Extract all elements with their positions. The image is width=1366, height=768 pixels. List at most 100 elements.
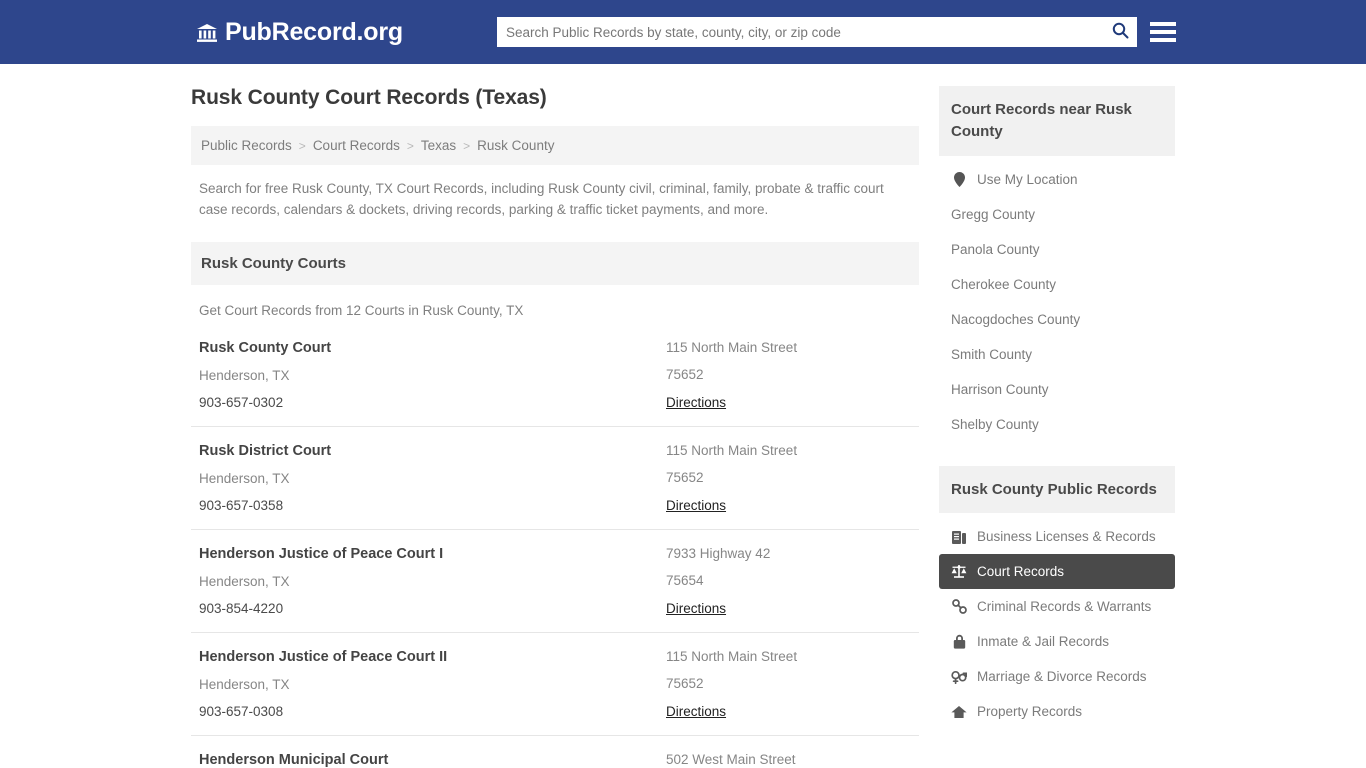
breadcrumb-item-3[interactable]: Rusk County bbox=[477, 138, 554, 153]
sidebar-public-records-block: Rusk County Public Records Business Lice… bbox=[939, 466, 1175, 730]
sidebar-public-record-item[interactable]: Court Records bbox=[939, 554, 1175, 589]
sidebar-near-item[interactable]: Use My Location bbox=[939, 162, 1175, 197]
page-intro-text: Search for free Rusk County, TX Court Re… bbox=[191, 179, 919, 220]
sidebar-near-item-label: Harrison County bbox=[951, 382, 1049, 397]
brand-name: PubRecord.org bbox=[225, 18, 403, 47]
sidebar-near-item-label: Smith County bbox=[951, 347, 1032, 362]
court-phone: 903-657-0302 bbox=[199, 395, 666, 410]
court-address: 7933 Highway 42 bbox=[666, 546, 911, 561]
court-info-right: 7933 Highway 42 75654 Directions bbox=[666, 546, 911, 618]
sidebar-near-item[interactable]: Gregg County bbox=[939, 197, 1175, 232]
briefcase-icon bbox=[951, 529, 967, 544]
content-container: Rusk County Court Records (Texas) Public… bbox=[191, 64, 1175, 768]
court-address: 502 West Main Street bbox=[666, 752, 911, 767]
court-name[interactable]: Henderson Municipal Court bbox=[199, 752, 666, 768]
sidebar-public-record-item[interactable]: Marriage & Divorce Records bbox=[939, 659, 1175, 694]
sidebar-near-item[interactable]: Harrison County bbox=[939, 372, 1175, 407]
sidebar-near-item-label: Panola County bbox=[951, 242, 1040, 257]
court-zip: 75652 bbox=[666, 470, 911, 485]
sidebar-near-item[interactable]: Nacogdoches County bbox=[939, 302, 1175, 337]
sidebar-near-item[interactable]: Smith County bbox=[939, 337, 1175, 372]
court-phone: 903-854-4220 bbox=[199, 601, 666, 616]
court-row: Rusk County CourtHenderson, TX903-657-03… bbox=[191, 324, 919, 427]
court-row: Henderson Justice of Peace Court I Hender… bbox=[191, 530, 919, 633]
sidebar-public-record-item[interactable]: Property Records bbox=[939, 694, 1175, 729]
court-info-left: Henderson Municipal CourtHenderson, TX90… bbox=[199, 752, 666, 768]
venus-mars-icon bbox=[951, 669, 967, 684]
sidebar-near-item[interactable]: Panola County bbox=[939, 232, 1175, 267]
sidebar-public-record-item[interactable]: Business Licenses & Records bbox=[939, 519, 1175, 554]
court-name[interactable]: Henderson Justice of Peace Court II bbox=[199, 649, 666, 665]
search-button[interactable] bbox=[1107, 19, 1133, 45]
sidebar-near-item[interactable]: Cherokee County bbox=[939, 267, 1175, 302]
main-column: Rusk County Court Records (Texas) Public… bbox=[191, 86, 919, 768]
court-info-left: Rusk County CourtHenderson, TX903-657-03… bbox=[199, 340, 666, 412]
search-icon bbox=[1112, 22, 1129, 42]
menu-bar-1 bbox=[1150, 22, 1176, 26]
court-info-right: 115 North Main Street 75652 Directions bbox=[666, 340, 911, 412]
court-phone: 903-657-0358 bbox=[199, 498, 666, 513]
sidebar-near-item-label: Gregg County bbox=[951, 207, 1035, 222]
sidebar-near-item-label: Cherokee County bbox=[951, 277, 1056, 292]
courts-section-subheading: Get Court Records from 12 Courts in Rusk… bbox=[191, 285, 919, 324]
court-address: 115 North Main Street bbox=[666, 340, 911, 355]
court-info-left: Henderson Justice of Peace Court I Hender… bbox=[199, 546, 666, 618]
court-phone: 903-657-0308 bbox=[199, 704, 666, 719]
handcuffs-icon bbox=[951, 599, 967, 614]
court-row: Henderson Justice of Peace Court II Hende… bbox=[191, 633, 919, 736]
breadcrumb-item-2[interactable]: Texas bbox=[421, 138, 456, 153]
bank-icon bbox=[196, 23, 218, 43]
lock-icon bbox=[951, 634, 967, 649]
court-city: Henderson, TX bbox=[199, 677, 666, 692]
directions-link[interactable]: Directions bbox=[666, 601, 726, 616]
sidebar-public-record-item[interactable]: Inmate & Jail Records bbox=[939, 624, 1175, 659]
court-zip: 75652 bbox=[666, 676, 911, 691]
breadcrumb-item-0[interactable]: Public Records bbox=[201, 138, 292, 153]
directions-link[interactable]: Directions bbox=[666, 704, 726, 719]
breadcrumb: Public Records > Court Records > Texas >… bbox=[191, 126, 919, 165]
sidebar-public-record-item-label: Inmate & Jail Records bbox=[977, 634, 1109, 649]
sidebar-near-list: Use My Location Gregg County Panola County… bbox=[939, 162, 1175, 442]
sidebar-near-item-label: Use My Location bbox=[977, 172, 1078, 187]
house-icon bbox=[951, 705, 967, 719]
search-input[interactable] bbox=[506, 25, 1107, 40]
sidebar-public-record-item-label: Property Records bbox=[977, 704, 1082, 719]
court-zip: 75652 bbox=[666, 367, 911, 382]
hamburger-menu-icon[interactable] bbox=[1150, 20, 1176, 44]
page-title: Rusk County Court Records (Texas) bbox=[191, 86, 919, 110]
sidebar-near-item[interactable]: Shelby County bbox=[939, 407, 1175, 442]
court-address: 115 North Main Street bbox=[666, 649, 911, 664]
directions-link[interactable]: Directions bbox=[666, 395, 726, 410]
directions-link[interactable]: Directions bbox=[666, 498, 726, 513]
sidebar-public-record-item[interactable]: Criminal Records & Warrants bbox=[939, 589, 1175, 624]
court-city: Henderson, TX bbox=[199, 471, 666, 486]
breadcrumb-separator-0: > bbox=[299, 139, 306, 153]
breadcrumb-separator-1: > bbox=[407, 139, 414, 153]
breadcrumb-item-1[interactable]: Court Records bbox=[313, 138, 400, 153]
sidebar-near-heading: Court Records near Rusk County bbox=[939, 86, 1175, 156]
court-name[interactable]: Rusk County Court bbox=[199, 340, 666, 356]
court-name[interactable]: Henderson Justice of Peace Court I bbox=[199, 546, 666, 562]
page-body: Rusk County Court Records (Texas) Public… bbox=[0, 64, 1366, 768]
search-bar[interactable] bbox=[497, 17, 1137, 47]
sidebar-near-item-label: Shelby County bbox=[951, 417, 1039, 432]
sidebar-public-record-item-label: Marriage & Divorce Records bbox=[977, 669, 1147, 684]
court-info-left: Rusk District Court Henderson, TX 903-657-… bbox=[199, 443, 666, 515]
sidebar-public-record-item-label: Court Records bbox=[977, 564, 1064, 579]
courts-section-heading: Rusk County Courts bbox=[191, 242, 919, 285]
court-row: Henderson Municipal CourtHenderson, TX90… bbox=[191, 736, 919, 768]
menu-bar-3 bbox=[1150, 38, 1176, 42]
court-address: 115 North Main Street bbox=[666, 443, 911, 458]
court-info-right: 115 North Main Street 75652 Directions bbox=[666, 443, 911, 515]
site-header: PubRecord.org bbox=[0, 0, 1366, 64]
site-logo[interactable]: PubRecord.org bbox=[196, 18, 403, 47]
court-city: Henderson, TX bbox=[199, 574, 666, 589]
court-name[interactable]: Rusk District Court bbox=[199, 443, 666, 459]
menu-bar-2 bbox=[1150, 30, 1176, 34]
sidebar-public-records-list: Business Licenses & Records Court Records… bbox=[939, 519, 1175, 729]
court-zip: 75654 bbox=[666, 573, 911, 588]
sidebar-public-record-item-label: Business Licenses & Records bbox=[977, 529, 1156, 544]
sidebar-public-records-heading: Rusk County Public Records bbox=[939, 466, 1175, 514]
court-info-left: Henderson Justice of Peace Court II Hende… bbox=[199, 649, 666, 721]
court-row: Rusk District Court Henderson, TX 903-657-… bbox=[191, 427, 919, 530]
